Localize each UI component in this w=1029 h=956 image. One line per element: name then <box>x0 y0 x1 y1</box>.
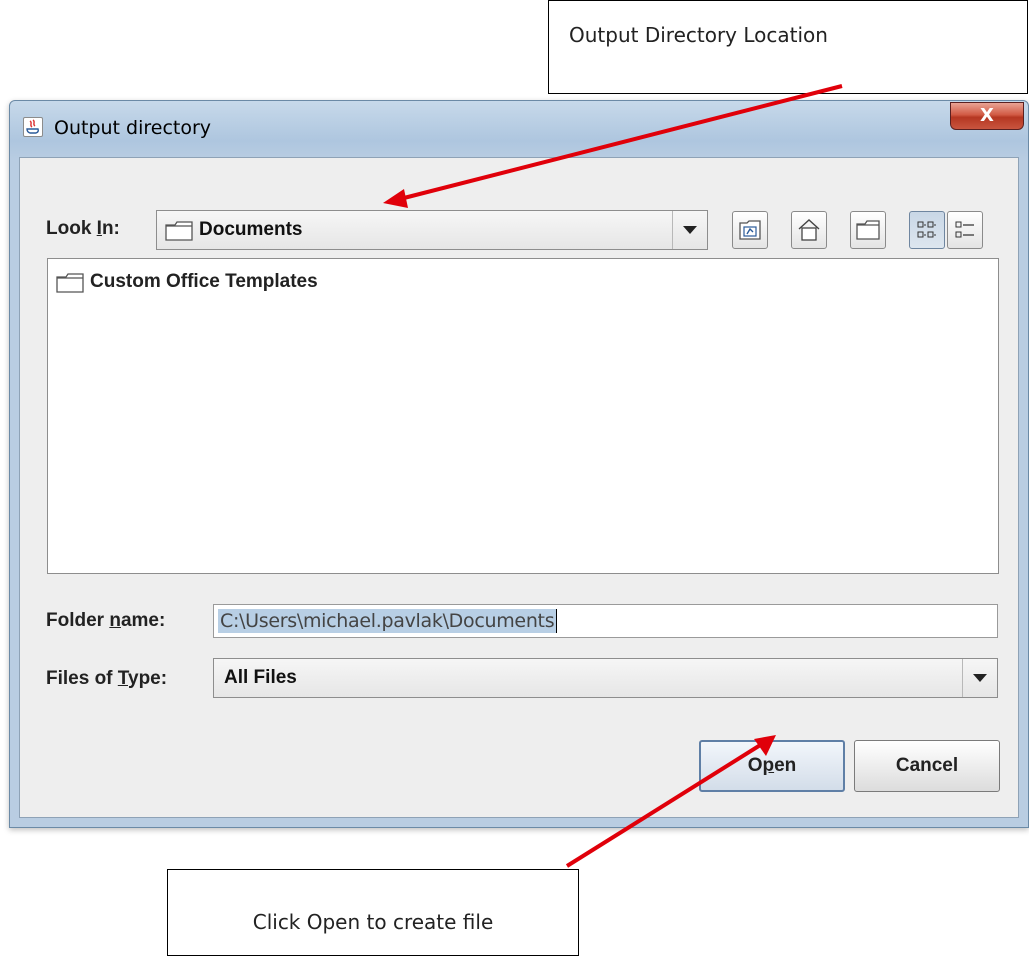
output-directory-dialog: Output directory X Look In: Documents Cu… <box>9 100 1029 828</box>
folder-icon <box>56 272 84 293</box>
annotation-bottom-text: Click Open to create file <box>252 910 494 934</box>
java-app-icon <box>23 117 43 137</box>
list-item[interactable]: Custom Office Templates <box>56 271 318 293</box>
new-folder-button[interactable] <box>850 211 886 249</box>
open-button-label: Open <box>747 755 797 776</box>
look-in-label: Look In: <box>46 218 120 239</box>
annotation-bottom-callout: Click Open to create file <box>167 869 579 956</box>
chevron-down-icon <box>683 226 697 234</box>
new-folder-icon <box>856 220 880 240</box>
up-one-level-button[interactable] <box>732 211 768 249</box>
annotation-top-text: Output Directory Location <box>569 23 828 47</box>
text-caret <box>556 609 558 633</box>
details-view-icon <box>955 221 974 238</box>
annotation-top-callout: Output Directory Location <box>548 0 1028 94</box>
close-icon: X <box>980 105 994 126</box>
folder-name-label: Folder name: <box>46 610 166 631</box>
files-of-type-value: All Files <box>224 667 297 688</box>
list-view-icon <box>917 221 936 238</box>
list-view-button[interactable] <box>909 211 945 249</box>
home-icon <box>798 219 820 241</box>
folder-icon <box>165 220 193 241</box>
look-in-value: Documents <box>199 219 303 240</box>
folder-name-value: C:\Users\michael.pavlak\Documents <box>218 609 557 633</box>
window-title: Output directory <box>54 117 212 139</box>
close-button[interactable]: X <box>950 102 1024 130</box>
dialog-content: Look In: Documents Custom Office Templat… <box>19 157 1019 818</box>
look-in-combobox[interactable]: Documents <box>156 210 708 250</box>
title-bar[interactable]: Output directory X <box>10 101 1028 157</box>
files-of-type-dropdown-arrow[interactable] <box>962 659 997 697</box>
files-of-type-combobox[interactable]: All Files <box>213 658 998 698</box>
open-button[interactable]: Open <box>699 740 845 792</box>
up-folder-icon <box>739 220 761 240</box>
cancel-button-label: Cancel <box>895 755 959 776</box>
look-in-dropdown-arrow[interactable] <box>672 211 707 249</box>
file-item-label: Custom Office Templates <box>90 271 318 292</box>
chevron-down-icon <box>973 674 987 682</box>
cancel-button[interactable]: Cancel <box>854 740 1000 792</box>
folder-name-input[interactable]: C:\Users\michael.pavlak\Documents <box>213 604 998 638</box>
details-view-button[interactable] <box>947 211 983 249</box>
home-button[interactable] <box>791 211 827 249</box>
file-list[interactable]: Custom Office Templates <box>47 258 999 574</box>
files-of-type-label: Files of Type: <box>46 668 168 689</box>
